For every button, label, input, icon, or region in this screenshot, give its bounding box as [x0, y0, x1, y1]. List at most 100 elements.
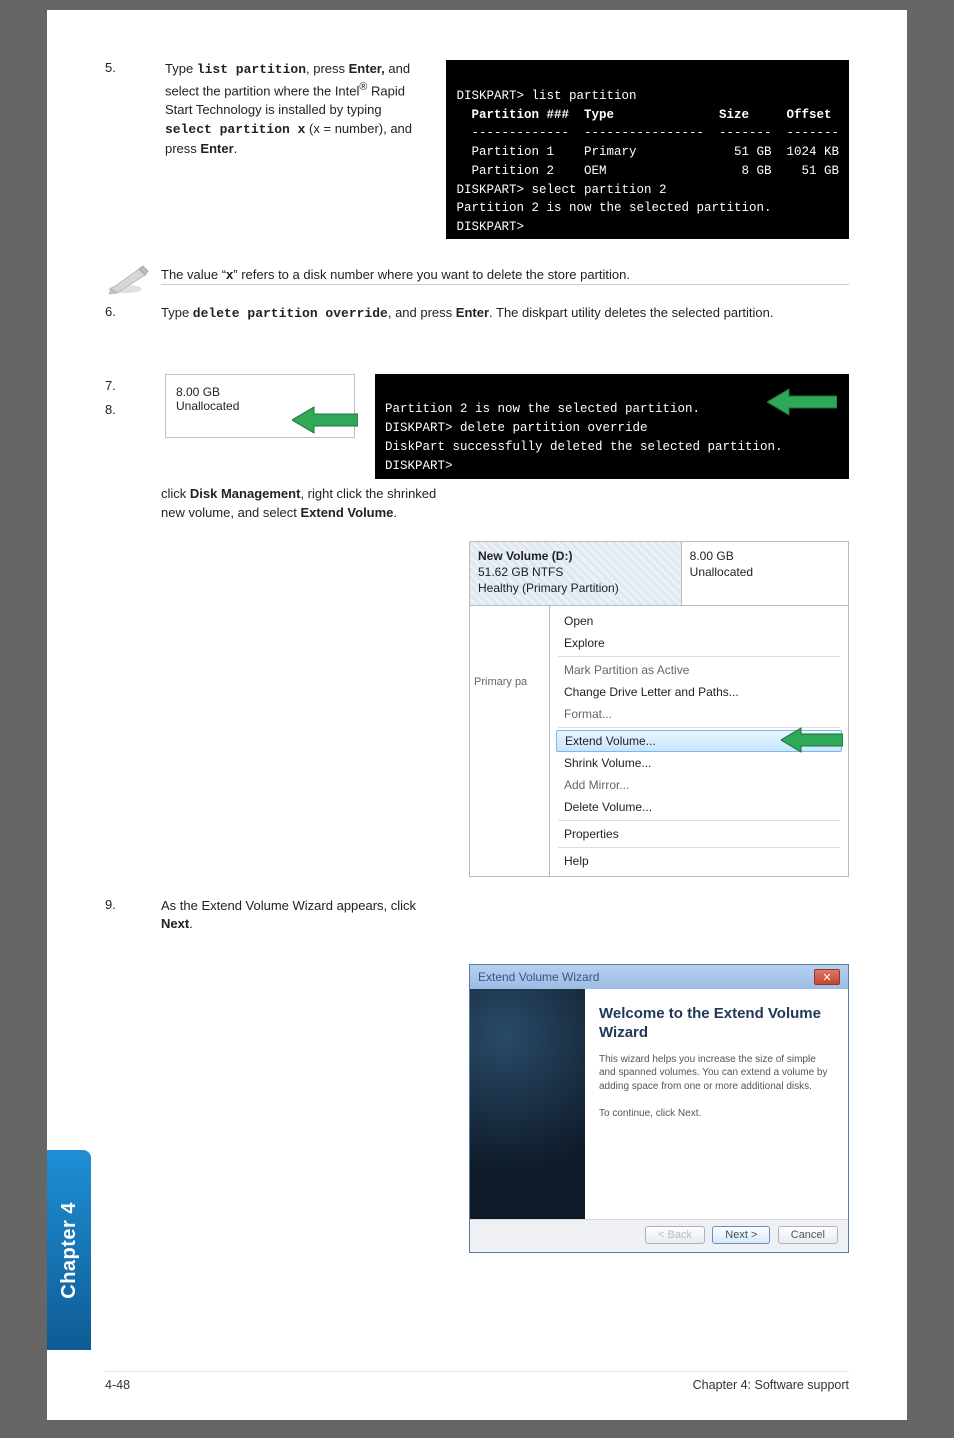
page-footer: 4-48 Chapter 4: Software support	[105, 1371, 849, 1392]
term-line: Partition 1 Primary 51 GB 1024 KB	[456, 145, 839, 159]
ctx-unallocated-cell: 8.00 GB Unallocated	[682, 542, 848, 605]
note-text: The value “x” refers to a disk number wh…	[161, 261, 849, 282]
page-number: 4-48	[105, 1378, 130, 1392]
step-9-text: As the Extend Volume Wizard appears, cli…	[161, 897, 451, 935]
t: As the Extend Volume Wizard appears, cli…	[161, 898, 416, 913]
context-menu: Open Explore Mark Partition as Active Ch…	[550, 606, 848, 876]
t: Enter	[456, 305, 489, 320]
step-9-number: 9.	[105, 897, 145, 912]
ctx-item-help[interactable]: Help	[550, 850, 848, 872]
t: , and press	[388, 305, 456, 320]
step-7-8-graphics: 7. 8. 8.00 GB Unallocated Partition 2 is…	[105, 374, 849, 480]
arrow-icon	[292, 405, 358, 435]
t: Healthy (Primary Partition)	[478, 580, 673, 596]
ctx-item-mark-active: Mark Partition as Active	[550, 659, 848, 681]
context-menu-screenshot: New Volume (D:) 51.62 GB NTFS Healthy (P…	[469, 541, 849, 877]
t: The value “	[161, 267, 226, 282]
ctx-item-shrink-volume[interactable]: Shrink Volume...	[550, 752, 848, 774]
term-line: DISKPART>	[456, 220, 524, 234]
t: Type	[165, 61, 197, 76]
back-button: < Back	[645, 1226, 705, 1244]
term-line: Partition ### Type Size Offset	[456, 108, 831, 122]
page: 5. Type list partition, press Enter, and…	[47, 10, 907, 1420]
arrow-icon	[767, 388, 837, 416]
t: Enter,	[349, 61, 385, 76]
arrow-icon	[781, 727, 843, 753]
t: .	[189, 916, 193, 931]
t: ” refers to a disk number where you want…	[233, 267, 630, 282]
ctx-item-explore[interactable]: Explore	[550, 632, 848, 654]
term-line: DiskPart successfully deleted the select…	[385, 440, 783, 454]
t: Type	[161, 305, 193, 320]
t: .	[393, 505, 397, 520]
step-8-number: 8.	[105, 398, 145, 423]
next-button[interactable]: Next >	[712, 1226, 770, 1244]
note-callout: The value “x” refers to a disk number wh…	[105, 261, 849, 298]
divider	[161, 284, 849, 285]
ctx-item-change-letter[interactable]: Change Drive Letter and Paths...	[550, 681, 848, 703]
step-7-8-numbers: 7. 8.	[105, 374, 145, 423]
term-line: Partition 2 is now the selected partitio…	[385, 402, 700, 416]
code: list partition	[197, 62, 306, 77]
wizard-heading: Welcome to the Extend Volume Wizard	[599, 1005, 834, 1043]
divider	[558, 656, 840, 657]
ctx-item-extend-volume[interactable]: Extend Volume...	[556, 730, 842, 752]
wizard-main: Welcome to the Extend Volume Wizard This…	[585, 989, 848, 1219]
t: New Volume (D:)	[478, 548, 673, 564]
wizard-footer: < Back Next > Cancel	[470, 1219, 848, 1252]
step-8-text: click Disk Management, right click the s…	[161, 485, 451, 523]
t: Extend Volume...	[565, 734, 656, 748]
wizard-continue-text: To continue, click Next.	[599, 1107, 834, 1121]
terminal-screenshot-2: Partition 2 is now the selected partitio…	[375, 374, 849, 480]
term-line: Partition 2 is now the selected partitio…	[456, 201, 771, 215]
pencil-icon	[105, 261, 149, 298]
ctx-left-label: Primary pa	[470, 606, 550, 876]
wizard-titlebar: Extend Volume Wizard ✕	[470, 965, 848, 989]
ctx-item-open[interactable]: Open	[550, 610, 848, 632]
ctx-item-properties[interactable]: Properties	[550, 823, 848, 845]
extend-volume-wizard: Extend Volume Wizard ✕ Welcome to the Ex…	[469, 964, 849, 1253]
t: Unallocated	[690, 564, 840, 580]
ctx-volume-cell: New Volume (D:) 51.62 GB NTFS Healthy (P…	[470, 542, 682, 605]
t: . The diskpart utility deletes the selec…	[489, 305, 773, 320]
step-9: 9. As the Extend Volume Wizard appears, …	[105, 897, 849, 935]
wizard-paragraph: This wizard helps you increase the size …	[599, 1053, 834, 1094]
divider	[558, 820, 840, 821]
dm-size: 8.00 GB	[176, 385, 344, 399]
terminal-screenshot-1: DISKPART> list partition Partition ### T…	[446, 60, 849, 239]
wizard-side-graphic	[470, 989, 585, 1219]
t: 51.62 GB NTFS	[478, 564, 673, 580]
ctx-item-format: Format...	[550, 703, 848, 725]
t: , press	[306, 61, 349, 76]
t: .	[234, 141, 238, 156]
term-line: DISKPART>	[385, 459, 453, 473]
ctx-header: New Volume (D:) 51.62 GB NTFS Healthy (P…	[470, 542, 848, 606]
step-6-number: 6.	[105, 304, 145, 324]
term-line: DISKPART> delete partition override	[385, 421, 648, 435]
divider	[558, 847, 840, 848]
side-tab-label: Chapter 4	[58, 1202, 81, 1299]
close-icon[interactable]: ✕	[814, 969, 840, 985]
term-line: DISKPART> select partition 2	[456, 183, 666, 197]
disk-management-tile: 8.00 GB Unallocated	[165, 374, 355, 438]
code: delete partition override	[193, 306, 388, 321]
ctx-item-add-mirror: Add Mirror...	[550, 774, 848, 796]
t: Enter	[200, 141, 233, 156]
step-5-number: 5.	[105, 60, 145, 239]
t: Extend Volume	[300, 505, 393, 520]
ctx-item-delete-volume[interactable]: Delete Volume...	[550, 796, 848, 818]
step-5-text: Type list partition, press Enter, and se…	[165, 60, 426, 239]
step-6: 6. Type delete partition override, and p…	[105, 304, 849, 324]
cancel-button[interactable]: Cancel	[778, 1226, 838, 1244]
footer-chapter-label: Chapter 4: Software support	[693, 1378, 849, 1392]
term-line: Partition 2 OEM 8 GB 51 GB	[456, 164, 839, 178]
t: click	[161, 486, 190, 501]
step-7-number: 7.	[105, 374, 145, 399]
wizard-title: Extend Volume Wizard	[478, 970, 599, 984]
step-6-text: Type delete partition override, and pres…	[161, 304, 849, 324]
term-line: DISKPART> list partition	[456, 89, 636, 103]
ctx-body: Primary pa Open Explore Mark Partition a…	[470, 606, 848, 876]
code: select partition x	[165, 122, 305, 137]
t: Disk Management	[190, 486, 301, 501]
t: Next	[161, 916, 189, 931]
